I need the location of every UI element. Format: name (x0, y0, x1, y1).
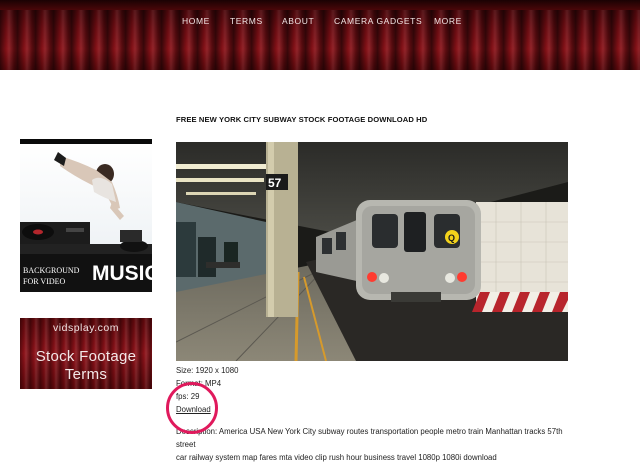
description-line-2: car railway system map fares mta video c… (176, 453, 497, 462)
station-sign-57: 57 (268, 176, 282, 190)
nav-home[interactable]: HOME (182, 15, 210, 27)
subway-video-thumbnail[interactable]: 57 Q (176, 142, 568, 361)
caption-music-text: MUSIC (92, 262, 152, 285)
stock-footage-terms-banner[interactable]: vidsplay.com Stock Footage Terms (20, 318, 152, 389)
page-title: FREE NEW YORK CITY SUBWAY STOCK FOOTAGE … (176, 115, 428, 124)
download-link[interactable]: Download (176, 405, 211, 414)
video-fps: fps: 29 (176, 392, 200, 401)
dj-photo (20, 144, 152, 254)
vidsplay-site-name: vidsplay.com (53, 322, 119, 334)
main-nav: HOME TERMS ABOUT CAMERA GADGETS MORE (0, 15, 640, 29)
stock-footage-text: Stock Footage (35, 348, 137, 365)
dj-illustration (20, 152, 152, 254)
curtain-valance (0, 0, 640, 10)
nav-about[interactable]: ABOUT (282, 15, 314, 27)
description-line-1: Description: America USA New York City s… (176, 427, 563, 449)
train-line-sign: Q (448, 233, 455, 243)
nav-terms[interactable]: TERMS (230, 15, 263, 27)
terms-text: Terms (64, 366, 108, 383)
video-format: Format: MP4 (176, 379, 222, 388)
header-curtain: HOME TERMS ABOUT CAMERA GADGETS MORE (0, 0, 640, 70)
background-music-banner[interactable]: BACKGROUND FOR VIDEO MUSIC (20, 139, 152, 292)
caption-for-video-text: FOR VIDEO (23, 277, 66, 286)
video-description: Description: America USA New York City s… (176, 425, 576, 464)
download-row: Download (176, 405, 211, 415)
subway-station-illustration: 57 Q (176, 142, 568, 361)
video-size: Size: 1920 x 1080 (176, 366, 239, 375)
caption-background-text: BACKGROUND (23, 266, 80, 275)
nav-camera-gadgets[interactable]: CAMERA GADGETS (334, 15, 422, 27)
music-caption: BACKGROUND FOR VIDEO MUSIC (20, 254, 152, 292)
nav-more[interactable]: MORE (434, 15, 462, 27)
